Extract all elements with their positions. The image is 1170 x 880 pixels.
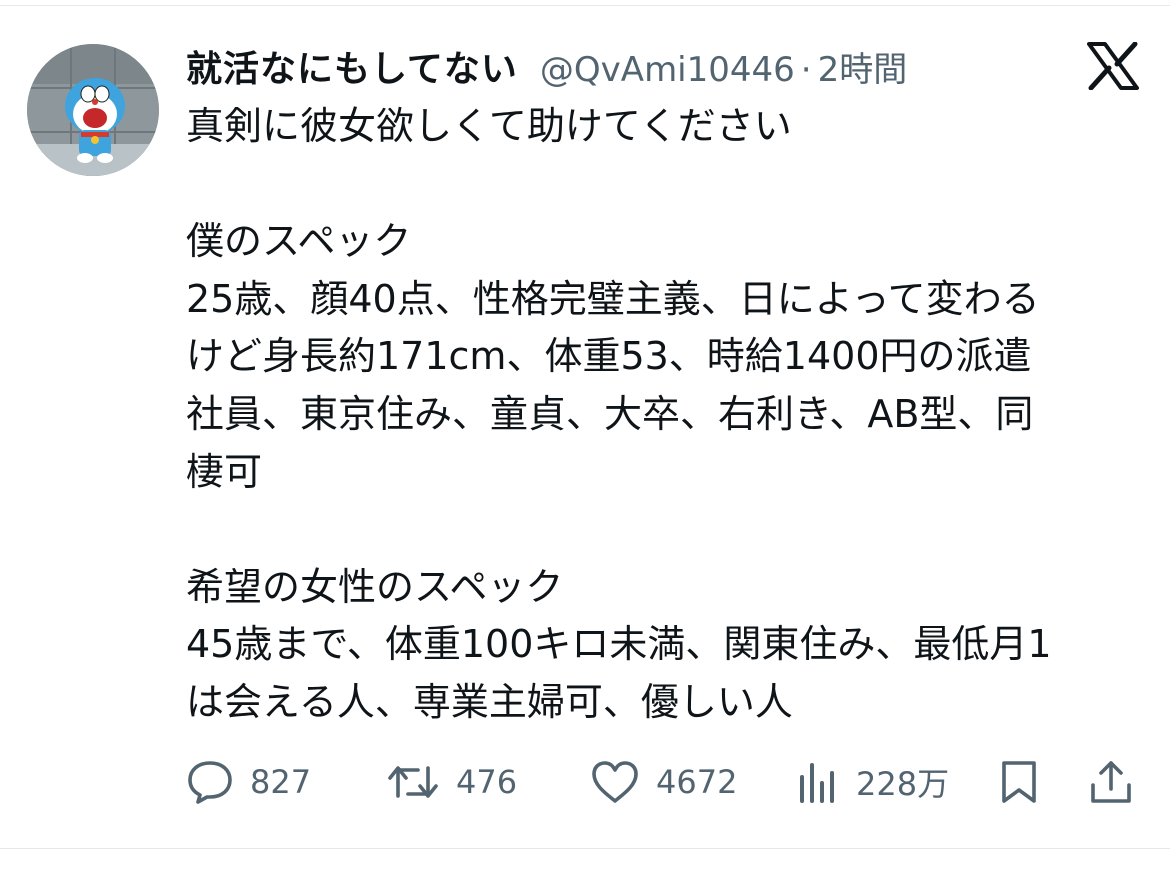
tweet-line: 希望の女性のスペック xyxy=(186,564,564,609)
top-divider xyxy=(0,0,1170,6)
repost-button[interactable]: 476 xyxy=(386,752,517,812)
user-handle[interactable]: @QvAmi10446 xyxy=(540,50,795,90)
tweet-line: は会える人、専業主婦可、優しい人 xyxy=(186,679,793,724)
bookmark-button[interactable] xyxy=(998,752,1040,812)
reply-button[interactable]: 827 xyxy=(186,752,311,812)
share-button[interactable] xyxy=(1088,752,1134,812)
avatar[interactable] xyxy=(27,44,159,176)
tweet-line: 棲可 xyxy=(186,449,263,494)
like-button[interactable]: 4672 xyxy=(590,752,737,812)
heart-icon xyxy=(592,761,638,803)
tweet-line: けど身長約171cm、体重53、時給1400円の派遣 xyxy=(186,334,1032,379)
share-icon xyxy=(1091,761,1131,803)
tweet-line: 45歳まで、体重100キロ未満、関東住み、最低月1 xyxy=(186,622,1052,667)
like-count: 4672 xyxy=(656,763,738,801)
avatar-icon xyxy=(27,44,159,176)
bookmark-icon xyxy=(1002,761,1036,803)
tweet-line: 真剣に彼女欲しくて助けてください xyxy=(186,104,792,148)
views-count: 228万 xyxy=(856,765,950,803)
tweet-line: 社員、東京住み、童貞、大卒、右利き、AB型、同 xyxy=(186,391,1034,436)
repost-icon xyxy=(388,766,438,798)
bottom-divider xyxy=(0,848,1170,849)
reply-icon xyxy=(188,761,232,804)
tweet-line: 僕のスペック xyxy=(186,219,412,264)
views-icon xyxy=(800,763,834,803)
tweet-line: 25歳、顔40点、性格完璧主義、日によって変わる xyxy=(186,276,1040,321)
timestamp[interactable]: 2時間 xyxy=(818,42,908,91)
views-button[interactable]: 228万 xyxy=(796,752,949,812)
display-name[interactable]: 就活なにもしてない xyxy=(186,40,518,92)
tweet-text: 真剣に彼女欲しくて助けてください 僕のスペック 25歳、顔40点、性格完璧主義、… xyxy=(186,98,1146,732)
tweet: 就活なにもしてない @QvAmi10446 · 2時間 真剣に彼女欲しくて助けて… xyxy=(0,0,1170,880)
action-bar: 827 476 4672 228万 xyxy=(186,752,1146,812)
separator: · xyxy=(800,50,812,90)
x-logo xyxy=(1087,41,1139,91)
reply-count: 827 xyxy=(250,763,312,801)
tweet-header: 就活なにもしてない @QvAmi10446 · 2時間 xyxy=(186,40,907,90)
repost-count: 476 xyxy=(456,763,518,801)
